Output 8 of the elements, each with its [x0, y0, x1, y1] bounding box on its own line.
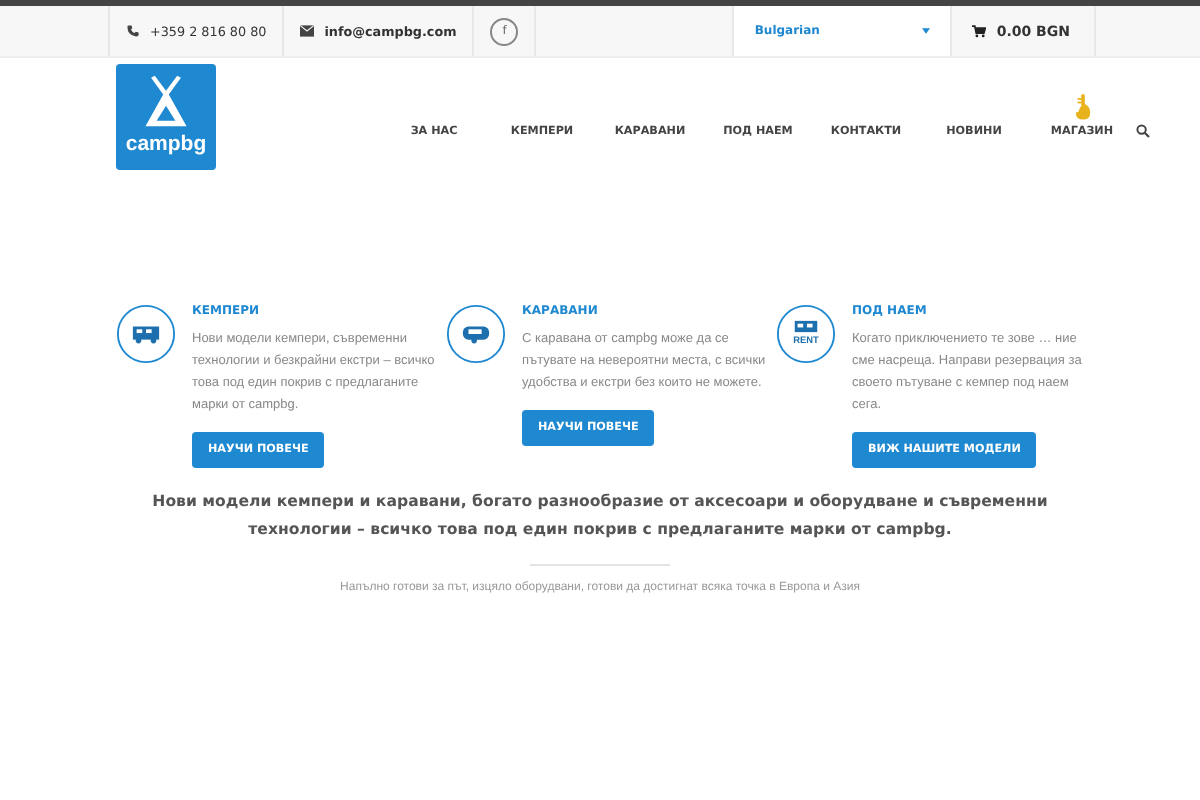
feature-icon	[116, 304, 176, 364]
cart-icon[interactable]	[972, 24, 987, 38]
site-logo[interactable]: campbg	[116, 64, 216, 170]
feature-icon	[446, 304, 506, 364]
search-icon[interactable]	[1136, 124, 1150, 138]
email-icon	[300, 24, 315, 38]
phone-icon	[126, 24, 140, 38]
caret-icon	[922, 28, 931, 34]
